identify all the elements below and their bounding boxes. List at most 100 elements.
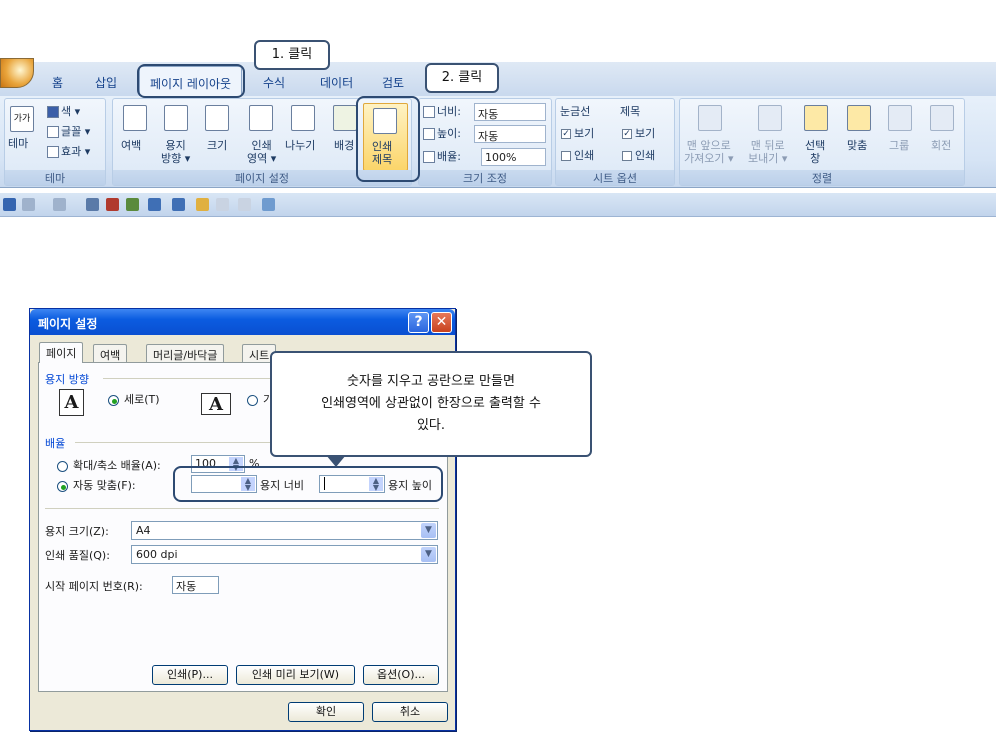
close-icon[interactable]: ✕ <box>431 312 452 333</box>
bring-to-front-button[interactable]: 맨 앞으로 가져오기 ▾ <box>684 139 734 165</box>
adjust-to-radio[interactable]: 확대/축소 배율(A): <box>57 457 161 473</box>
breaks-icon <box>291 105 315 131</box>
scaling-section-label: 배율 <box>45 437 66 450</box>
print-preview-button[interactable]: 인쇄 미리 보기(W) <box>236 665 355 685</box>
qat-tool-icon[interactable] <box>106 198 119 211</box>
first-page-number-label: 시작 페이지 번호(R): <box>45 580 143 593</box>
align-button[interactable]: 맞춤 <box>847 139 867 152</box>
arrange-group: 맨 앞으로 가져오기 ▾ 맨 뒤로 보내기 ▾ 선택 창 맞춤 그룹 회전 정렬 <box>679 98 965 186</box>
qat-tool-icon[interactable] <box>262 198 275 211</box>
checkmark-icon: ✓ <box>622 129 632 139</box>
gridlines-print-checkbox[interactable]: 인쇄 <box>561 149 594 162</box>
group-button[interactable]: 그룹 <box>889 139 909 152</box>
chevron-down-icon[interactable]: ▼ <box>421 547 436 562</box>
tab-data[interactable]: 데이터 <box>320 74 353 91</box>
qat-tool-icon[interactable] <box>126 198 139 211</box>
quick-access-toolbar <box>0 193 996 217</box>
scale-width-label: 너비: <box>423 105 461 118</box>
effects-icon <box>47 146 59 158</box>
qat-tool-icon[interactable] <box>216 198 229 211</box>
size-button[interactable]: 크기 <box>207 139 227 152</box>
print-preview-icon[interactable] <box>196 198 209 211</box>
colors-icon <box>47 106 59 118</box>
dialog-titlebar[interactable]: 페이지 설정 ? ✕ <box>30 309 455 335</box>
radio-empty-icon <box>247 394 258 406</box>
qat-tool-icon[interactable] <box>86 198 99 211</box>
tab-margins[interactable]: 여백 <box>93 344 128 362</box>
themes-button[interactable]: 테마 <box>8 137 28 150</box>
radio-empty-icon <box>57 460 68 472</box>
save-icon[interactable] <box>3 198 16 211</box>
options-button[interactable]: 옵션(O)... <box>363 665 439 685</box>
tab-formulas[interactable]: 수식 <box>263 74 285 91</box>
fonts-icon <box>47 126 59 138</box>
print-area-button[interactable]: 인쇄 영역 ▾ <box>247 139 276 165</box>
divider <box>45 508 439 509</box>
tab-review[interactable]: 검토 <box>382 74 404 91</box>
scale-group-label: 크기 조정 <box>419 170 551 185</box>
tab-header-footer[interactable]: 머리글/바닥글 <box>146 344 225 362</box>
tab-home[interactable]: 홈 <box>52 74 63 91</box>
background-button[interactable]: 배경 <box>334 139 354 152</box>
send-back-icon <box>758 105 782 131</box>
undo-icon[interactable] <box>22 198 35 211</box>
arrange-group-label: 정렬 <box>680 170 964 185</box>
selection-pane-button[interactable]: 선택 창 <box>805 139 825 165</box>
qat-tool-icon[interactable] <box>172 198 185 211</box>
headings-view-checkbox[interactable]: ✓ 보기 <box>622 127 655 140</box>
scale-percent-label: 배율: <box>423 150 461 163</box>
ok-button[interactable]: 확인 <box>288 702 364 722</box>
paper-size-select[interactable]: A4 ▼ <box>131 521 438 540</box>
print-button[interactable]: 인쇄(P)... <box>152 665 228 685</box>
print-quality-label: 인쇄 품질(Q): <box>45 549 110 562</box>
scale-height-select[interactable]: 자동 <box>474 125 546 143</box>
background-icon <box>333 105 357 131</box>
height-icon <box>423 128 435 140</box>
chevron-down-icon[interactable]: ▼ <box>421 523 436 538</box>
gridlines-view-checkbox[interactable]: ✓ 보기 <box>561 127 594 140</box>
scale-percent-spinner[interactable]: 100% <box>481 148 546 166</box>
rotate-button[interactable]: 회전 <box>931 139 951 152</box>
margins-icon <box>123 105 147 131</box>
group-icon <box>888 105 912 131</box>
theme-fonts-button[interactable]: 글꼴 ▾ <box>47 125 90 138</box>
cancel-button[interactable]: 취소 <box>372 702 448 722</box>
gridlines-heading: 눈금선 <box>560 105 591 118</box>
theme-colors-button[interactable]: 색 ▾ <box>47 105 80 118</box>
callout-pointer <box>326 455 346 467</box>
print-quality-select[interactable]: 600 dpi ▼ <box>131 545 438 564</box>
portrait-radio[interactable]: 세로(T) <box>108 391 160 407</box>
scale-width-select[interactable]: 자동 <box>474 103 546 121</box>
rotate-icon <box>930 105 954 131</box>
qat-tool-icon[interactable] <box>238 198 251 211</box>
tab-page[interactable]: 페이지 <box>39 342 84 363</box>
headings-heading: 제목 <box>620 105 641 118</box>
note-callout: 숫자를 지우고 공란으로 만들면 인쇄영역에 상관없이 한장으로 출력할 수 있… <box>270 351 592 457</box>
redo-icon[interactable] <box>53 198 66 211</box>
checkbox-empty-icon <box>561 151 571 161</box>
headings-print-checkbox[interactable]: 인쇄 <box>622 149 655 162</box>
sheet-options-group: 눈금선 제목 ✓ 보기 ✓ 보기 인쇄 인쇄 시트 옵션 <box>555 98 675 186</box>
scale-height-label: 높이: <box>423 127 461 140</box>
theme-group: 가가 테마 색 ▾ 글꼴 ▾ 효과 ▾ 테마 <box>4 98 106 186</box>
send-to-back-button[interactable]: 맨 뒤로 보내기 ▾ <box>748 139 787 165</box>
radio-selected-icon <box>108 394 119 406</box>
help-icon[interactable]: ? <box>408 312 429 333</box>
orientation-button[interactable]: 용지 방향 ▾ <box>161 139 190 165</box>
checkmark-icon: ✓ <box>561 129 571 139</box>
fit-to-radio[interactable]: 자동 맞춤(F): <box>57 477 136 493</box>
selection-pane-icon <box>804 105 828 131</box>
tab-insert[interactable]: 삽입 <box>95 74 117 91</box>
bring-front-icon <box>698 105 722 131</box>
dialog-title: 페이지 설정 <box>38 317 98 331</box>
print-area-icon <box>249 105 273 131</box>
margins-button[interactable]: 여백 <box>121 139 141 152</box>
breaks-button[interactable]: 나누기 <box>285 139 315 152</box>
first-page-number-input[interactable]: 자동 <box>172 576 219 594</box>
qat-tool-icon[interactable] <box>148 198 161 211</box>
theme-group-label: 테마 <box>5 170 105 185</box>
radio-selected-icon <box>57 480 68 492</box>
checkbox-empty-icon <box>622 151 632 161</box>
fit-to-highlight <box>173 466 443 502</box>
theme-effects-button[interactable]: 효과 ▾ <box>47 145 90 158</box>
